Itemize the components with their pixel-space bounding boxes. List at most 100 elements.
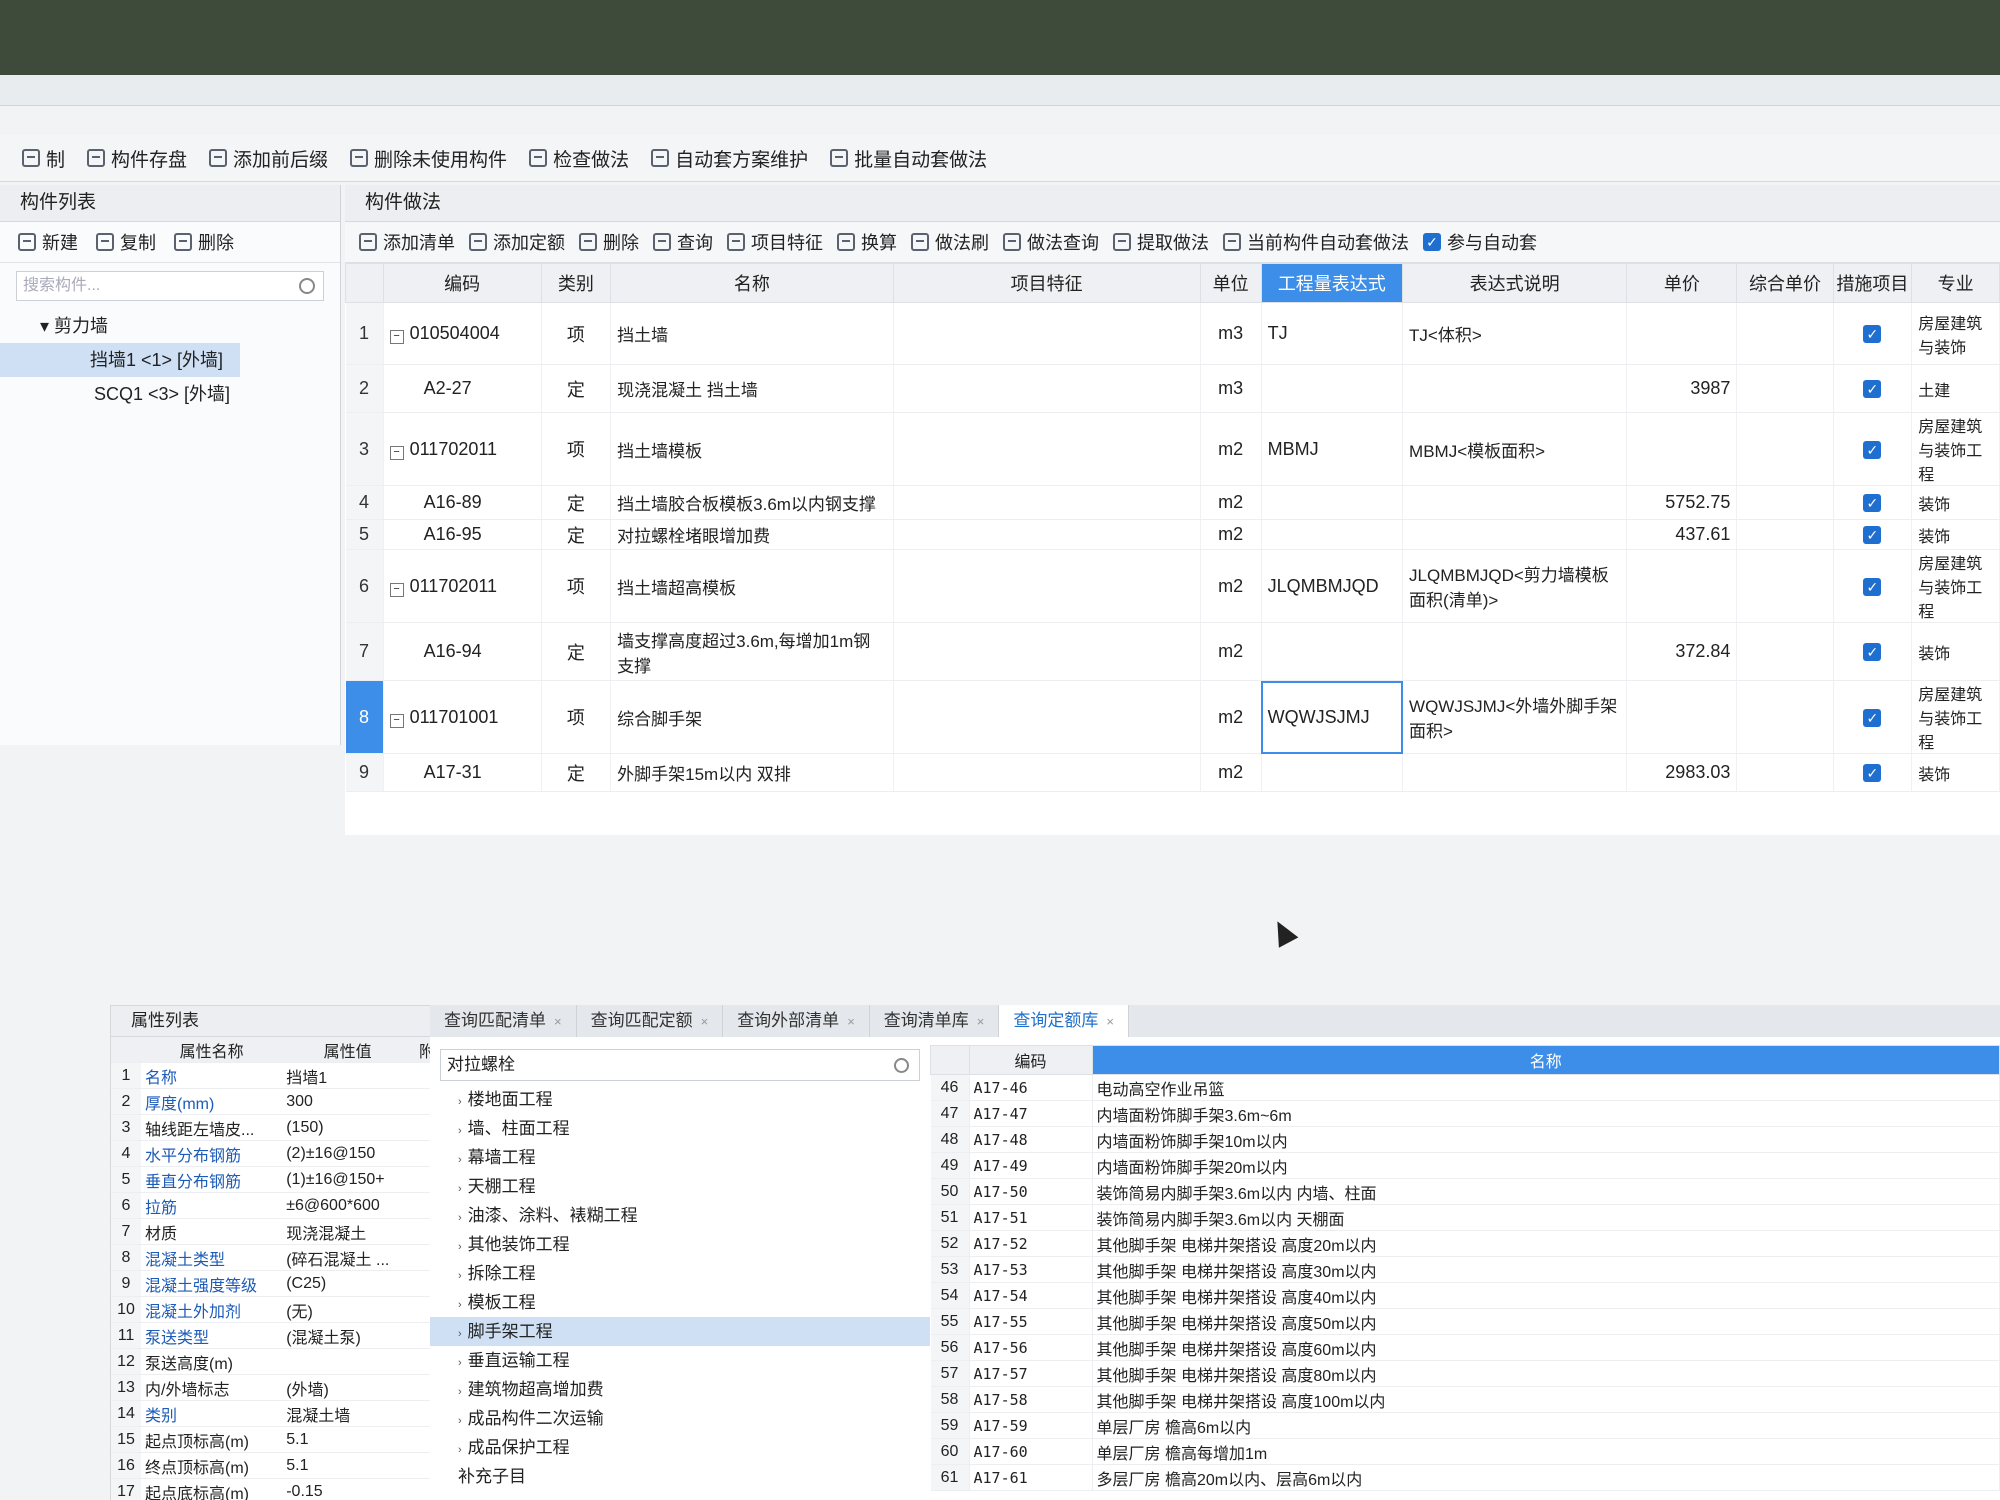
main-toolbar-button-1[interactable]: 构件存盘 bbox=[87, 145, 187, 172]
feature-cell[interactable] bbox=[893, 549, 1201, 623]
grid-col-header[interactable]: 表达式说明 bbox=[1402, 263, 1628, 303]
composite-price-cell[interactable] bbox=[1736, 549, 1834, 623]
grid-col-header[interactable]: 单价 bbox=[1626, 263, 1738, 303]
query-tree-item[interactable]: › 脚手架工程 bbox=[430, 1317, 930, 1346]
prop-row[interactable]: 17 起点底标高(m) -0.15 bbox=[111, 1478, 441, 1500]
chevron-right-icon[interactable]: › bbox=[458, 1415, 462, 1427]
prop-value[interactable]: 5.1 bbox=[282, 1452, 413, 1479]
expression-desc-cell[interactable]: JLQMBMJQD<剪力墙模板面积(清单)> bbox=[1402, 549, 1628, 623]
grid-row[interactable]: 2 A2-27 定现浇混凝土 挡土墙 m3 3987 ✓ 土建 bbox=[345, 364, 2000, 413]
query-tree-item[interactable]: › 成品构件二次运输 bbox=[430, 1404, 930, 1433]
specialty-cell[interactable]: 土建 bbox=[1911, 364, 2000, 413]
specialty-cell[interactable]: 装饰 bbox=[1911, 753, 2000, 792]
specialty-cell[interactable]: 装饰 bbox=[1911, 485, 2000, 520]
price-cell[interactable] bbox=[1626, 549, 1738, 623]
quota-name[interactable]: 装饰简易内脚手架3.6m以内 天棚面 bbox=[1092, 1204, 2000, 1231]
method-tool-button-5[interactable]: 换算 bbox=[837, 229, 897, 255]
unit-cell[interactable]: m2 bbox=[1200, 753, 1262, 792]
method-tool-button-6[interactable]: 做法刷 bbox=[911, 229, 989, 255]
specialty-cell[interactable]: 装饰 bbox=[1911, 622, 2000, 681]
method-tool-button-0[interactable]: 添加清单 bbox=[359, 229, 455, 255]
unit-cell[interactable]: m2 bbox=[1200, 549, 1262, 623]
query-tab-3[interactable]: 查询清单库 × bbox=[870, 1005, 1000, 1037]
expression-cell[interactable] bbox=[1261, 485, 1404, 520]
main-toolbar-button-2[interactable]: 添加前后缀 bbox=[209, 145, 328, 172]
price-cell[interactable] bbox=[1626, 412, 1738, 486]
query-tree-item[interactable]: › 拆除工程 bbox=[430, 1259, 930, 1288]
type-cell[interactable]: 项 bbox=[541, 549, 612, 623]
expression-cell[interactable]: TJ bbox=[1261, 302, 1404, 365]
expression-desc-cell[interactable]: MBMJ<模板面积> bbox=[1402, 412, 1628, 486]
main-toolbar-button-6[interactable]: 批量自动套做法 bbox=[830, 145, 987, 172]
quota-code[interactable]: A17-51 bbox=[969, 1204, 1093, 1231]
expression-cell[interactable] bbox=[1261, 519, 1404, 550]
prop-row[interactable]: 6 拉筋 ±6@600*600 bbox=[111, 1192, 441, 1219]
composite-price-cell[interactable] bbox=[1736, 302, 1834, 365]
expression-desc-cell[interactable] bbox=[1402, 485, 1628, 520]
prop-value[interactable]: (无) bbox=[282, 1296, 413, 1323]
close-icon[interactable]: × bbox=[847, 1014, 855, 1029]
expression-desc-cell[interactable] bbox=[1402, 364, 1628, 413]
quota-col-header[interactable]: 名称 bbox=[1091, 1045, 2000, 1075]
query-tree-item[interactable]: › 墙、柱面工程 bbox=[430, 1114, 930, 1143]
chevron-right-icon[interactable]: › bbox=[458, 1212, 462, 1224]
query-tree-item[interactable]: › 成品保护工程 bbox=[430, 1433, 930, 1462]
checkbox-checked-icon[interactable]: ✓ bbox=[1863, 577, 1882, 596]
chevron-right-icon[interactable]: › bbox=[458, 1241, 462, 1253]
component-search-input[interactable]: 搜索构件... bbox=[16, 271, 324, 301]
checkbox-checked-icon[interactable]: ✓ bbox=[1863, 764, 1882, 782]
grid-row[interactable]: 8−011701001 项综合脚手架 m2 WQWJSJMJ WQWJSJMJ<外墙外脚… bbox=[345, 680, 2000, 754]
quota-code[interactable]: A17-46 bbox=[969, 1074, 1093, 1101]
quota-code[interactable]: A17-60 bbox=[969, 1438, 1093, 1465]
unit-cell[interactable]: m2 bbox=[1200, 412, 1262, 486]
grid-row[interactable]: 6−011702011 项挡土墙超高模板 m2 JLQMBMJQD JLQMBMJQD<… bbox=[345, 549, 2000, 623]
prop-value[interactable]: 300 bbox=[282, 1088, 413, 1115]
grid-row[interactable]: 9 A17-31 定外脚手架15m以内 双排 m2 2983.03 ✓ 装饰 bbox=[345, 753, 2000, 792]
chevron-right-icon[interactable]: › bbox=[458, 1270, 462, 1282]
grid-row[interactable]: 7 A16-94 定墙支撑高度超过3.6m,每增加1m钢支撑 m2 372.84 ✓ 装饰 bbox=[345, 622, 2000, 681]
expression-cell[interactable] bbox=[1261, 364, 1404, 413]
prop-row[interactable]: 11 泵送类型 (混凝土泵) bbox=[111, 1322, 441, 1349]
query-tree-item[interactable]: › 天棚工程 bbox=[430, 1172, 930, 1201]
quota-name[interactable]: 其他脚手架 电梯井架搭设 高度20m以内 bbox=[1092, 1230, 2000, 1257]
price-cell[interactable] bbox=[1626, 302, 1738, 365]
quota-row[interactable]: 53 A17-53 其他脚手架 电梯井架搭设 高度30m以内 bbox=[930, 1256, 2000, 1283]
quota-row[interactable]: 49 A17-49 内墙面粉饰脚手架20m以内 bbox=[930, 1152, 2000, 1179]
name-cell[interactable]: 挡土墙模板 bbox=[610, 412, 894, 486]
query-tab-0[interactable]: 查询匹配清单 × bbox=[430, 1005, 577, 1037]
quota-name[interactable]: 单层厂房 檐高6m以内 bbox=[1092, 1412, 2000, 1439]
prop-row[interactable]: 12 泵送高度(m) bbox=[111, 1348, 441, 1375]
close-icon[interactable]: × bbox=[701, 1014, 709, 1029]
code-cell[interactable]: −011702011 bbox=[383, 549, 542, 623]
expression-desc-cell[interactable] bbox=[1402, 753, 1628, 792]
price-cell[interactable]: 437.61 bbox=[1626, 519, 1738, 550]
checkbox-checked-icon[interactable]: ✓ bbox=[1863, 440, 1882, 459]
expression-desc-cell[interactable] bbox=[1402, 622, 1628, 681]
quota-name[interactable]: 装饰简易内脚手架3.6m以内 内墙、柱面 bbox=[1092, 1178, 2000, 1205]
prop-row[interactable]: 13 内/外墙标志 (外墙) bbox=[111, 1374, 441, 1401]
method-tool-button-3[interactable]: 查询 bbox=[653, 229, 713, 255]
name-cell[interactable]: 综合脚手架 bbox=[610, 680, 894, 754]
grid-col-header[interactable]: 编码 bbox=[382, 263, 542, 303]
prop-row[interactable]: 8 混凝土类型 (碎石混凝土 ... bbox=[111, 1244, 441, 1271]
collapse-icon[interactable]: − bbox=[389, 330, 404, 344]
unit-cell[interactable]: m2 bbox=[1200, 485, 1262, 520]
query-tree-item[interactable]: › 模板工程 bbox=[430, 1288, 930, 1317]
quota-name[interactable]: 电动高空作业吊篮 bbox=[1092, 1074, 2000, 1101]
collapse-icon[interactable]: − bbox=[389, 582, 404, 597]
quota-row[interactable]: 56 A17-56 其他脚手架 电梯井架搭设 高度60m以内 bbox=[930, 1334, 2000, 1361]
name-cell[interactable]: 外脚手架15m以内 双排 bbox=[610, 753, 894, 792]
chevron-right-icon[interactable]: › bbox=[458, 1125, 462, 1137]
composite-price-cell[interactable] bbox=[1736, 622, 1834, 681]
method-tool-button-4[interactable]: 项目特征 bbox=[727, 229, 823, 255]
collapse-icon[interactable]: − bbox=[389, 713, 404, 728]
method-tool-button-7[interactable]: 做法查询 bbox=[1003, 229, 1099, 255]
type-cell[interactable]: 定 bbox=[541, 622, 612, 681]
quota-row[interactable]: 47 A17-47 内墙面粉饰脚手架3.6m~6m bbox=[930, 1100, 2000, 1127]
query-tree-item[interactable]: › 垂直运输工程 bbox=[430, 1346, 930, 1375]
feature-cell[interactable] bbox=[893, 364, 1201, 413]
quota-row[interactable]: 57 A17-57 其他脚手架 电梯井架搭设 高度80m以内 bbox=[930, 1360, 2000, 1387]
query-tree-item[interactable]: › 建筑物超高增加费 bbox=[430, 1375, 930, 1404]
specialty-cell[interactable]: 房屋建筑与装饰 bbox=[1911, 302, 2000, 365]
feature-cell[interactable] bbox=[893, 302, 1201, 365]
